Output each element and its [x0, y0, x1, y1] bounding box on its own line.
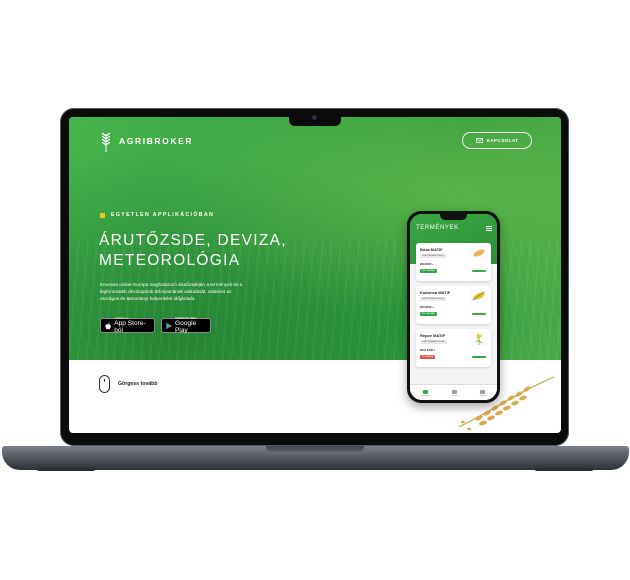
card-price: 5014 EUR + — [420, 348, 436, 352]
card-badge: FEL KALBÁN — [420, 269, 437, 273]
brand-mark-icon — [472, 313, 486, 315]
phone-title: TERMÉNYEK — [416, 225, 459, 231]
contact-label: KAPCSOLAT — [486, 138, 519, 143]
scroll-hint[interactable]: Görgess tovább — [99, 375, 158, 393]
google-play-button[interactable]: SZEREZD MEG: Google Play — [161, 316, 211, 335]
camera-icon — [312, 115, 317, 120]
card-tag: SZEPTEMBER 9ELET — [420, 297, 447, 301]
menu-icon[interactable] — [486, 226, 492, 231]
page-title: ÁRUTŐZSDE, DEVIZA, METEOROLÓGIA — [99, 231, 299, 271]
wheat-logo-icon — [101, 132, 111, 152]
card-tag: SZEPTEMBER 9ELMA — [420, 340, 447, 344]
phone-mockup: TERMÉNYEK Búza MATIF SZEPTEMBER 9ELEC 20… — [407, 211, 500, 403]
chart-icon — [422, 389, 428, 394]
tagline-square-icon — [100, 212, 105, 218]
app-store-label: App Store-ból — [114, 320, 146, 335]
commodity-card[interactable]: Kukorica MATIF SZEPTEMBER 9ELET 203 EUR … — [416, 286, 491, 324]
phone-notch — [440, 214, 467, 220]
corn-icon — [470, 289, 488, 303]
commodity-card[interactable]: Búza MATIF SZEPTEMBER 9ELEC 209 EUR + FE… — [416, 243, 491, 281]
rapeseed-icon — [470, 332, 488, 346]
brand-logo[interactable]: AGRIBROKER — [99, 130, 193, 152]
scroll-label: Görgess tovább — [118, 381, 158, 387]
mail-icon — [475, 138, 483, 143]
contact-button[interactable]: KAPCSOLAT — [462, 132, 532, 149]
tab-idojaras[interactable]: Időjárás — [480, 389, 486, 397]
laptop-screen: AGRIBROKER KAPCSOLAT EGYETLEN APPLIKÁCIÓ… — [69, 117, 561, 433]
brand-mark-icon — [472, 356, 486, 358]
tagline: EGYETLEN APPLIKÁCIÓBAN — [100, 212, 214, 218]
app-store-button[interactable]: Letöltés az App Store-ból — [100, 316, 155, 335]
phone-screen: TERMÉNYEK Búza MATIF SZEPTEMBER 9ELEC 20… — [410, 214, 497, 400]
card-name: Búza MATIF — [420, 247, 443, 252]
card-name: Kukorica MATIF — [420, 290, 451, 295]
laptop-foot-right — [534, 468, 594, 471]
hero-description: Kövesse online Európa meghatározó árutőz… — [100, 282, 243, 301]
apple-icon — [105, 322, 111, 329]
brand-name: AGRIBROKER — [119, 136, 194, 146]
wheat-grain-icon — [470, 246, 488, 260]
tagline-text: EGYETLEN APPLIKÁCIÓBAN — [111, 212, 215, 218]
headline-line-1: ÁRUTŐZSDE, DEVIZA, — [99, 232, 287, 249]
card-name: Repce MATIF — [420, 333, 446, 338]
card-price: 203 EUR + — [420, 305, 434, 309]
weather-icon — [480, 389, 486, 394]
card-price: 209 EUR + — [420, 262, 434, 266]
commodity-card[interactable]: Repce MATIF SZEPTEMBER 9ELMA 5014 EUR + … — [416, 329, 491, 367]
card-badge: LE KALBÁN — [420, 355, 436, 359]
laptop-groove — [266, 446, 364, 454]
card-tag: SZEPTEMBER 9ELEC — [420, 254, 447, 258]
phone-tabbar: Termények Deviza Időjárás — [410, 384, 497, 400]
google-play-label: Google Play — [175, 320, 197, 335]
google-play-icon — [166, 322, 172, 329]
mouse-icon — [99, 375, 110, 393]
brand-mark-icon — [472, 270, 486, 272]
tab-termenyek[interactable]: Termények — [421, 389, 430, 397]
currency-icon — [452, 389, 458, 394]
headline-line-2: METEOROLÓGIA — [99, 252, 241, 269]
laptop-foot-left — [36, 468, 96, 471]
card-badge: FEL KALBÁN — [420, 312, 437, 316]
tab-deviza[interactable]: Deviza — [452, 389, 458, 397]
